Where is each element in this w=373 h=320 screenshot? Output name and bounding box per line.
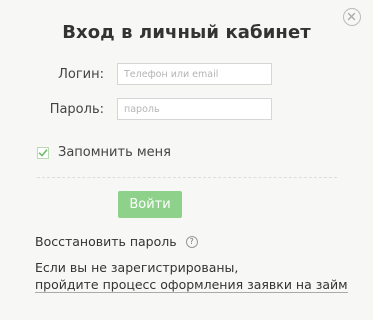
not-registered-text: Если вы не зарегистрированы, bbox=[35, 260, 239, 275]
login-dialog: Вход в личный кабинет Логин: Пароль: Зап… bbox=[0, 0, 373, 320]
password-input[interactable] bbox=[117, 98, 272, 120]
restore-password-row: Восстановить пароль ? bbox=[35, 234, 198, 249]
check-icon bbox=[38, 148, 48, 156]
remember-me[interactable]: Запомнить меня bbox=[37, 145, 171, 160]
login-button[interactable]: Войти bbox=[118, 191, 182, 218]
password-label: Пароль: bbox=[49, 102, 104, 117]
login-input[interactable] bbox=[117, 63, 272, 85]
restore-password-link[interactable]: Восстановить пароль bbox=[35, 234, 177, 249]
remember-label: Запомнить меня bbox=[58, 145, 172, 160]
divider bbox=[37, 177, 337, 178]
help-icon[interactable]: ? bbox=[185, 235, 198, 248]
apply-link[interactable]: пройдите процесс оформления заявки на за… bbox=[35, 277, 348, 293]
remember-checkbox[interactable] bbox=[37, 146, 49, 159]
register-block: Если вы не зарегистрированы, пройдите пр… bbox=[35, 259, 348, 293]
dialog-title: Вход в личный кабинет bbox=[62, 22, 311, 43]
login-label: Логин: bbox=[58, 67, 104, 82]
